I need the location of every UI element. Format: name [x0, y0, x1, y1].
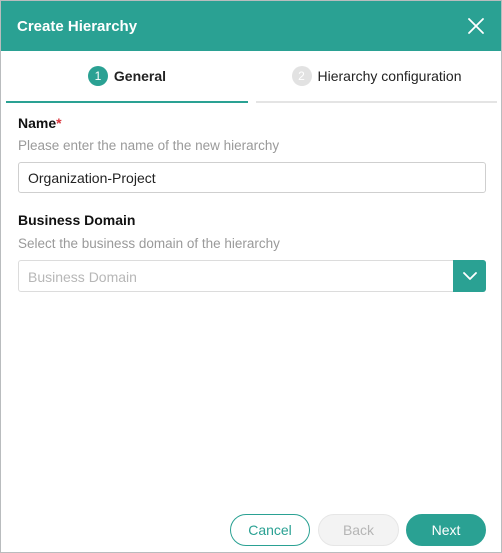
step-label: Hierarchy configuration [317, 68, 462, 84]
cancel-button[interactable]: Cancel [230, 514, 310, 546]
name-help-text: Please enter the name of the new hierarc… [18, 138, 280, 153]
business-domain-label: Business Domain [18, 212, 136, 228]
business-domain-help-text: Select the business domain of the hierar… [18, 236, 280, 251]
create-hierarchy-dialog: Create Hierarchy 1 General 2 Hierarchy c… [0, 0, 502, 553]
tab-general[interactable]: 1 General [6, 51, 248, 103]
step-label: General [113, 68, 167, 84]
dialog-title: Create Hierarchy [17, 17, 138, 35]
close-icon[interactable] [465, 15, 487, 37]
wizard-steps: 1 General 2 Hierarchy configuration [1, 51, 501, 105]
chevron-down-icon[interactable] [453, 260, 486, 292]
name-label: Name* [18, 115, 62, 131]
next-button[interactable]: Next [406, 514, 486, 546]
step-number-badge: 2 [291, 66, 312, 86]
tab-hierarchy-configuration[interactable]: 2 Hierarchy configuration [256, 51, 497, 103]
step-number-badge: 1 [87, 66, 108, 86]
business-domain-placeholder: Business Domain [28, 269, 137, 285]
name-input[interactable] [18, 162, 486, 193]
dialog-header: Create Hierarchy [1, 1, 501, 51]
name-label-text: Name [18, 115, 57, 131]
required-marker: * [56, 115, 62, 131]
business-domain-select[interactable]: Business Domain [18, 260, 486, 292]
back-button[interactable]: Back [318, 514, 399, 546]
